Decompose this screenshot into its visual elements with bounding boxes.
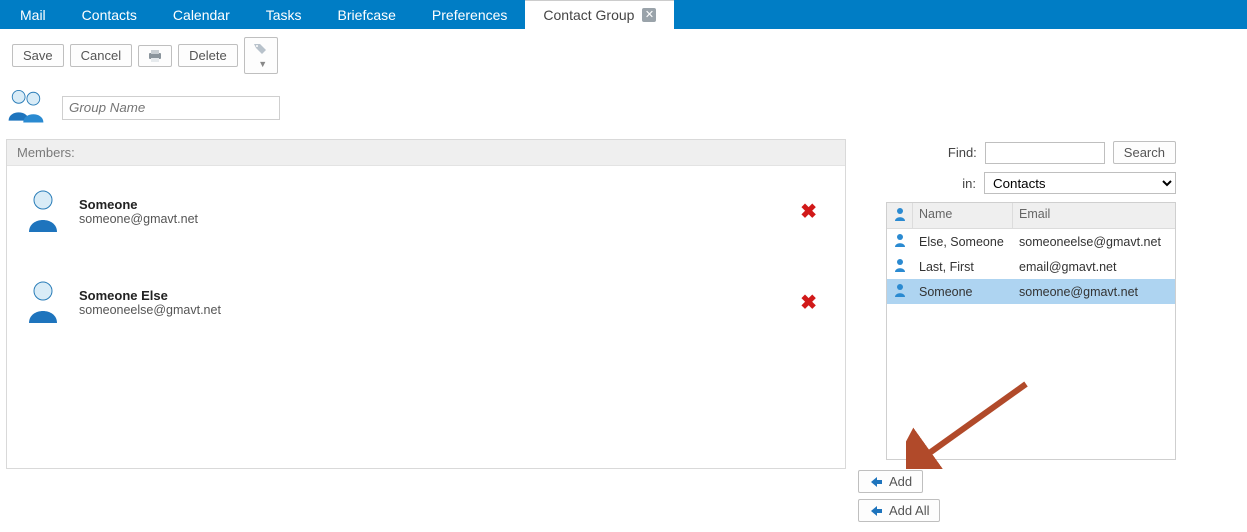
contact-email: someoneelse@gmavt.net (1013, 235, 1175, 249)
tab-label: Tasks (266, 7, 302, 23)
contact-group-icon (4, 84, 48, 131)
header-icon-col (887, 203, 913, 228)
contact-table: Name Email Else, Someone someoneelse@gma… (886, 202, 1176, 460)
contact-email: someone@gmavt.net (1013, 285, 1175, 299)
toolbar: Save Cancel Delete ▼ (0, 29, 1247, 80)
tag-icon (253, 41, 269, 55)
tab-tasks[interactable]: Tasks (248, 0, 320, 29)
member-name: Someone (79, 197, 198, 212)
add-all-button[interactable]: Add All (858, 499, 940, 522)
delete-button[interactable]: Delete (178, 44, 238, 67)
member-info: Someone Else someoneelse@gmavt.net (79, 288, 221, 317)
tab-mail[interactable]: Mail (2, 0, 64, 29)
in-label: in: (962, 176, 976, 191)
in-row: in: Contacts (866, 172, 1176, 194)
remove-member-button[interactable]: ✖ (790, 286, 827, 319)
chevron-down-icon: ▼ (258, 59, 267, 69)
tab-label: Calendar (173, 7, 230, 23)
member-row: Someone someone@gmavt.net ✖ (7, 166, 845, 257)
tab-briefcase[interactable]: Briefcase (320, 0, 414, 29)
tab-label: Briefcase (338, 7, 396, 23)
tab-label: Contact Group (543, 7, 634, 23)
contact-name: Last, First (913, 260, 1013, 274)
person-icon (25, 188, 61, 235)
tab-label: Contacts (82, 7, 137, 23)
contact-table-header: Name Email (887, 203, 1175, 229)
add-buttons: Add Add All (858, 470, 1176, 522)
members-header: Members: (7, 140, 845, 166)
tab-contact-group[interactable]: Contact Group ✕ (525, 0, 674, 29)
group-header (0, 80, 1247, 139)
person-icon (893, 233, 907, 250)
person-icon (25, 279, 61, 326)
contact-row[interactable]: Else, Someone someoneelse@gmavt.net (887, 229, 1175, 254)
find-row: Find: Search (866, 141, 1176, 164)
member-name: Someone Else (79, 288, 221, 303)
contact-name: Else, Someone (913, 235, 1013, 249)
add-button[interactable]: Add (858, 470, 923, 493)
find-input[interactable] (985, 142, 1105, 164)
member-info: Someone someone@gmavt.net (79, 197, 198, 226)
tab-calendar[interactable]: Calendar (155, 0, 248, 29)
contact-email: email@gmavt.net (1013, 260, 1175, 274)
contact-table-body: Else, Someone someoneelse@gmavt.net Last… (887, 229, 1175, 459)
members-panel: Members: Someone someone@gmavt.net ✖ Som… (6, 139, 846, 469)
member-email: someone@gmavt.net (79, 212, 198, 226)
tab-contacts[interactable]: Contacts (64, 0, 155, 29)
save-button[interactable]: Save (12, 44, 64, 67)
in-select[interactable]: Contacts (984, 172, 1176, 194)
tag-button[interactable]: ▼ (244, 37, 278, 74)
member-email: someoneelse@gmavt.net (79, 303, 221, 317)
tab-preferences[interactable]: Preferences (414, 0, 525, 29)
arrow-left-icon (869, 476, 883, 488)
add-all-label: Add All (889, 503, 929, 518)
search-button[interactable]: Search (1113, 141, 1176, 164)
header-name[interactable]: Name (913, 203, 1013, 228)
tab-label: Mail (20, 7, 46, 23)
header-email[interactable]: Email (1013, 203, 1175, 228)
print-button[interactable] (138, 45, 172, 67)
person-icon (893, 258, 907, 275)
remove-member-button[interactable]: ✖ (790, 195, 827, 228)
print-icon (147, 49, 163, 63)
person-icon (893, 207, 907, 224)
contact-picker: Find: Search in: Contacts Name Email (866, 139, 1176, 522)
contact-row[interactable]: Last, First email@gmavt.net (887, 254, 1175, 279)
member-row: Someone Else someoneelse@gmavt.net ✖ (7, 257, 845, 348)
close-tab-icon[interactable]: ✕ (642, 8, 656, 22)
arrow-left-icon (869, 505, 883, 517)
person-icon (893, 283, 907, 300)
main-tabbar: Mail Contacts Calendar Tasks Briefcase P… (0, 0, 1247, 29)
content-area: Members: Someone someone@gmavt.net ✖ Som… (0, 139, 1247, 532)
add-label: Add (889, 474, 912, 489)
find-label: Find: (948, 145, 977, 160)
group-name-input[interactable] (62, 96, 280, 120)
contact-name: Someone (913, 285, 1013, 299)
tab-label: Preferences (432, 7, 507, 23)
contact-row[interactable]: Someone someone@gmavt.net (887, 279, 1175, 304)
cancel-button[interactable]: Cancel (70, 44, 132, 67)
